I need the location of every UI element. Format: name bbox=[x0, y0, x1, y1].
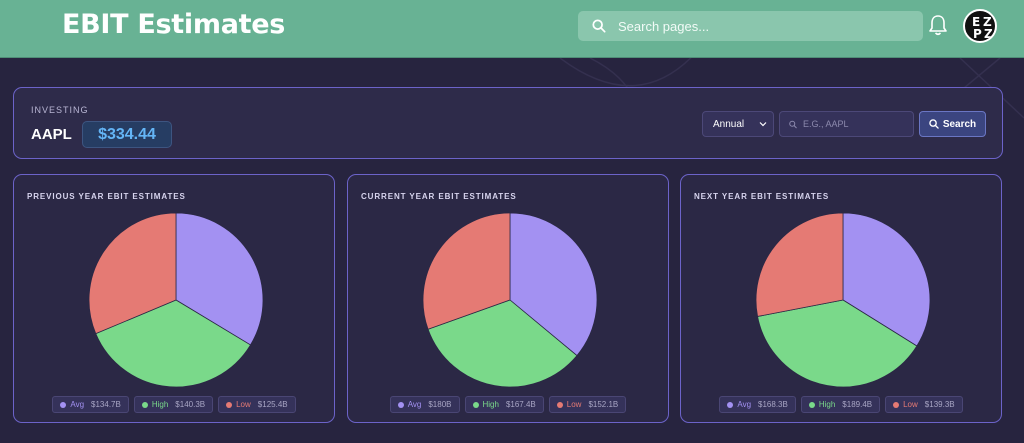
price-badge: $334.44 bbox=[82, 121, 172, 148]
legend-value: $152.1B bbox=[588, 400, 619, 409]
legend-dot bbox=[808, 401, 815, 408]
legend-item-avg[interactable]: Avg $180B bbox=[389, 396, 460, 413]
legend-label: Avg bbox=[737, 400, 752, 409]
page-search-input[interactable] bbox=[618, 18, 898, 34]
legend-value: $189.4B bbox=[842, 400, 873, 409]
legend-dot bbox=[472, 401, 479, 408]
legend-label: Low bbox=[566, 400, 582, 409]
chevron-down-icon bbox=[759, 122, 767, 127]
period-select-value: Annual bbox=[713, 118, 745, 130]
legend-dot bbox=[727, 401, 734, 408]
legend-label: High bbox=[151, 400, 169, 409]
pie-slice-low[interactable] bbox=[755, 212, 844, 317]
card-title: PREVIOUS YEAR EBIT ESTIMATES bbox=[27, 192, 186, 201]
section-label: INVESTING bbox=[31, 105, 89, 115]
legend-label: High bbox=[818, 400, 836, 409]
legend-dot bbox=[141, 401, 148, 408]
ticker-search-field[interactable] bbox=[779, 111, 914, 137]
page-search[interactable] bbox=[578, 11, 923, 41]
user-avatar[interactable]: E Z P Z bbox=[963, 9, 997, 43]
legend-value: $168.3B bbox=[758, 400, 788, 409]
legend-label: Low bbox=[903, 400, 918, 409]
legend-item-avg[interactable]: Avg $134.7B bbox=[52, 396, 129, 413]
legend-value: $134.7B bbox=[91, 400, 121, 409]
legend-dot bbox=[893, 401, 900, 408]
ebit-card-previous-year: PREVIOUS YEAR EBIT ESTIMATES Avg $134.7B… bbox=[13, 174, 335, 423]
legend-dot bbox=[397, 401, 404, 408]
top-header: EBIT Estimates E Z P Z bbox=[0, 0, 1024, 58]
card-title: CURRENT YEAR EBIT ESTIMATES bbox=[361, 192, 517, 201]
search-icon bbox=[929, 119, 939, 129]
legend-dot bbox=[556, 401, 563, 408]
bell-icon[interactable] bbox=[928, 14, 948, 36]
pie-chart bbox=[755, 212, 931, 388]
search-icon bbox=[592, 19, 606, 33]
period-select[interactable]: Annual bbox=[702, 111, 774, 137]
legend-value: $125.4B bbox=[257, 400, 288, 409]
legend-value: $167.4B bbox=[505, 400, 536, 409]
pie-chart bbox=[88, 212, 264, 388]
ebit-card-next-year: NEXT YEAR EBIT ESTIMATES Avg $168.3B Hig… bbox=[680, 174, 1002, 423]
search-button[interactable]: Search bbox=[919, 111, 986, 137]
ticker-panel: INVESTING AAPL $334.44 Annual Search bbox=[13, 87, 1003, 159]
pie-chart bbox=[422, 212, 598, 388]
chart-legend: Avg $168.3B High $189.4B Low $139.3B bbox=[681, 396, 1001, 413]
chart-legend: Avg $134.7B High $140.3B Low $125.4B bbox=[14, 396, 334, 413]
legend-label: High bbox=[482, 400, 499, 409]
legend-dot bbox=[60, 401, 67, 408]
page-title: EBIT Estimates bbox=[62, 9, 286, 40]
legend-label: Avg bbox=[70, 400, 85, 409]
legend-label: Avg bbox=[407, 400, 422, 409]
legend-item-low[interactable]: Low $139.3B bbox=[885, 396, 963, 413]
ticker-search-input[interactable] bbox=[803, 119, 913, 129]
legend-item-high[interactable]: High $140.3B bbox=[133, 396, 214, 413]
avatar-letter: P bbox=[973, 27, 982, 41]
legend-value: $139.3B bbox=[924, 400, 955, 409]
legend-value: $140.3B bbox=[175, 400, 206, 409]
search-icon bbox=[789, 120, 797, 128]
chart-legend: Avg $180B High $167.4B Low $152.1B bbox=[348, 396, 668, 413]
legend-item-low[interactable]: Low $125.4B bbox=[218, 396, 296, 413]
ebit-card-current-year: CURRENT YEAR EBIT ESTIMATES Avg $180B Hi… bbox=[347, 174, 669, 423]
legend-item-avg[interactable]: Avg $168.3B bbox=[719, 396, 796, 413]
legend-item-high[interactable]: High $189.4B bbox=[800, 396, 881, 413]
legend-dot bbox=[226, 401, 233, 408]
avatar-letter: Z bbox=[984, 27, 993, 41]
legend-value: $180B bbox=[428, 400, 452, 409]
search-button-label: Search bbox=[942, 118, 977, 130]
legend-label: Low bbox=[236, 400, 251, 409]
legend-item-high[interactable]: High $167.4B bbox=[464, 396, 544, 413]
legend-item-low[interactable]: Low $152.1B bbox=[548, 396, 627, 413]
card-title: NEXT YEAR EBIT ESTIMATES bbox=[694, 192, 830, 201]
ticker-symbol: AAPL bbox=[31, 126, 72, 143]
